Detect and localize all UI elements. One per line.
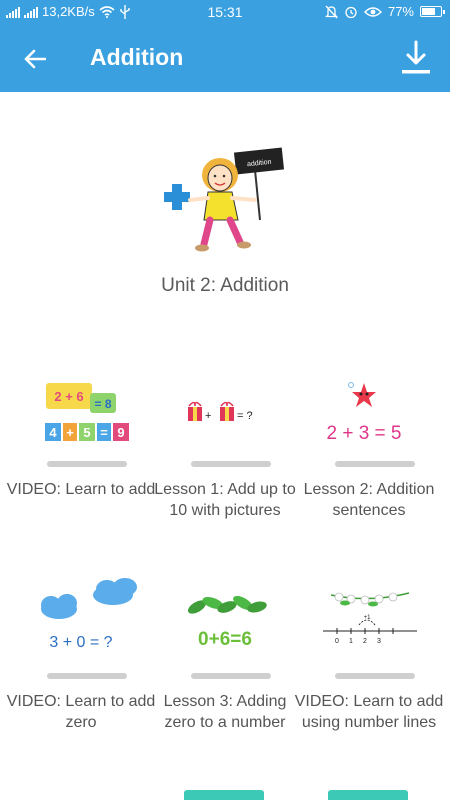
- status-bar: 13,2KB/s 15:31 77%: [0, 0, 450, 24]
- lesson-label: Lesson 2: Addition sentences: [303, 481, 435, 519]
- lesson-card-lesson-3[interactable]: 0+6=6 Lesson 3: Adding zero to a number: [150, 572, 300, 772]
- lesson-label: Lesson 3: Adding zero to a number: [163, 693, 287, 731]
- lesson-card-video-number-lines[interactable]: +1 0 1 2 3 VIDEO: Learn to add using num…: [294, 572, 444, 772]
- thumb-top-1: 2 + 6: [54, 389, 83, 404]
- lesson-thumbnail: = ? +: [188, 401, 253, 422]
- thumb-num-3: 3: [377, 638, 381, 645]
- lesson-thumbnail: 0+6=6: [187, 596, 267, 650]
- arrow-left-icon: [24, 49, 46, 69]
- app-bar: Addition: [0, 24, 450, 92]
- thumb-b-1: 4: [49, 425, 57, 440]
- thumb-num-1: 1: [349, 638, 353, 645]
- lesson-card-lesson-1[interactable]: = ? + Lesson 1: Add up to 10 with pictur…: [150, 360, 300, 560]
- unit-illustration: addition: [164, 147, 285, 252]
- thumb-arc-label: +1: [364, 615, 372, 621]
- thumb-num-2: 2: [363, 638, 367, 645]
- alarm-icon: [345, 6, 357, 18]
- lesson-thumbnail: 2 + 6 = 8 4 + 5 = 9: [45, 383, 129, 441]
- lesson-progress-bar: [191, 673, 271, 679]
- lesson-card-lesson-2[interactable]: 2 + 3 = 5 Lesson 2: Addition sentences: [294, 360, 444, 560]
- thumb-plus: +: [205, 410, 211, 422]
- page-title: Addition: [90, 44, 184, 70]
- battery-icon: [420, 6, 445, 17]
- lesson-label: Lesson 1: Add up to 10 with pictures: [154, 481, 296, 519]
- thumb-num-0: 0: [335, 638, 339, 645]
- back-button[interactable]: [18, 42, 52, 76]
- download-icon: [402, 40, 430, 74]
- thumb-equation: 3 + 0 = ?: [49, 634, 112, 651]
- lesson-progress-bar: [335, 461, 415, 467]
- thumb-top-2: = 8: [94, 397, 111, 411]
- battery-percent: 77%: [387, 4, 414, 19]
- lesson-thumbnail: 3 + 0 = ?: [41, 578, 137, 651]
- thumb-equation: = ?: [237, 410, 253, 422]
- thumb-equation: 0+6=6: [198, 629, 252, 650]
- thumb-b-3: 5: [83, 425, 90, 440]
- lesson-progress-bar: [335, 673, 415, 679]
- thumb-b-4: =: [100, 425, 108, 440]
- lesson-label: VIDEO: Learn to add using number lines: [294, 693, 444, 731]
- thumb-b-2: +: [66, 425, 74, 440]
- lesson-label: VIDEO: Learn to add: [6, 481, 156, 498]
- thumb-b-5: 9: [117, 425, 124, 440]
- mute-icon: [324, 5, 338, 18]
- eye-icon: [363, 6, 382, 17]
- lesson-progress-bar: [47, 673, 127, 679]
- lesson-card-video-learn-to-add[interactable]: 2 + 6 = 8 4 + 5 = 9 VIDEO: Learn to add: [6, 360, 156, 560]
- next-card-peek[interactable]: [184, 790, 264, 800]
- lesson-thumbnail: +1 0 1 2 3: [323, 592, 417, 645]
- thumb-equation: 2 + 3 = 5: [326, 423, 401, 444]
- lesson-thumbnail: 2 + 3 = 5: [326, 382, 402, 444]
- unit-title: Unit 2: Addition: [161, 275, 289, 296]
- lesson-card-video-add-zero[interactable]: 3 + 0 = ? VIDEO: Learn to add zero: [6, 572, 156, 772]
- lesson-progress-bar: [191, 461, 271, 467]
- download-button[interactable]: [398, 38, 434, 78]
- lesson-label: VIDEO: Learn to add zero: [6, 693, 156, 731]
- lesson-progress-bar: [47, 461, 127, 467]
- next-card-peek[interactable]: [328, 790, 408, 800]
